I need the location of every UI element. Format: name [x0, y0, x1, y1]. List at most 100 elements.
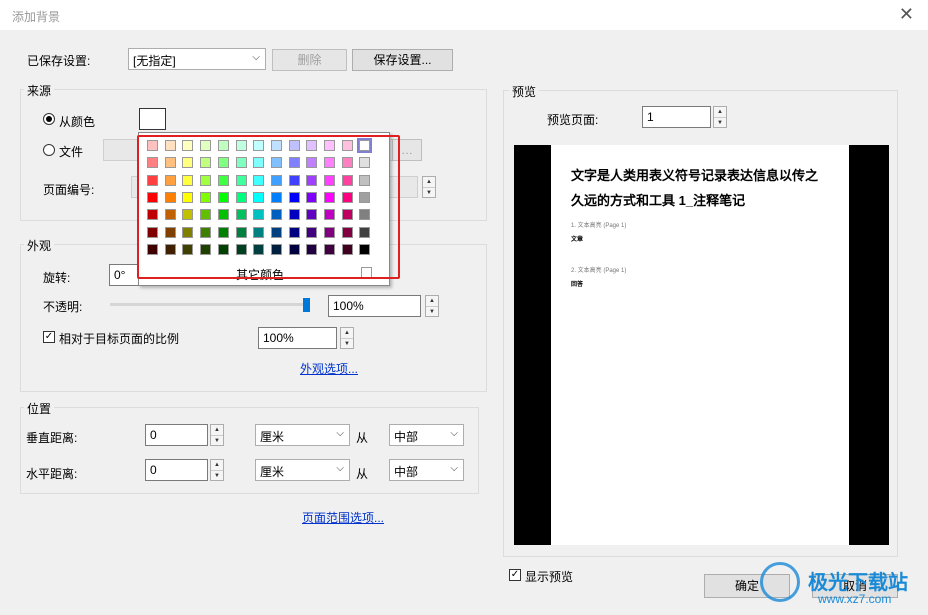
- browse-button[interactable]: …: [392, 139, 422, 161]
- color-swatch[interactable]: [147, 174, 158, 186]
- scale-checkbox[interactable]: ✓: [43, 331, 55, 343]
- appearance-options-link[interactable]: 外观选项...: [300, 360, 358, 377]
- color-swatch[interactable]: [359, 209, 371, 221]
- color-swatch[interactable]: [341, 243, 353, 255]
- color-swatch[interactable]: [235, 157, 247, 169]
- color-swatch[interactable]: [270, 174, 282, 186]
- color-swatch[interactable]: [253, 243, 265, 255]
- opacity-slider-track[interactable]: [110, 303, 310, 306]
- custom-color-swatch[interactable]: [361, 267, 372, 278]
- color-swatch[interactable]: [217, 174, 229, 186]
- color-swatch[interactable]: [217, 140, 229, 151]
- color-swatch[interactable]: [306, 209, 318, 221]
- color-swatch[interactable]: [182, 140, 194, 151]
- color-swatch[interactable]: [164, 191, 176, 203]
- horizontal-distance-spinner[interactable]: ▲ ▼: [210, 459, 224, 481]
- color-swatch[interactable]: [147, 209, 158, 221]
- color-swatch[interactable]: [341, 226, 353, 238]
- color-swatch[interactable]: [200, 157, 212, 169]
- color-swatch[interactable]: [270, 226, 282, 238]
- color-swatch[interactable]: [359, 174, 371, 186]
- scale-input[interactable]: 100%: [258, 327, 337, 349]
- color-swatch[interactable]: [235, 174, 247, 186]
- vertical-anchor-select[interactable]: 中部 ⌵: [389, 424, 464, 446]
- color-swatch[interactable]: [164, 174, 176, 186]
- color-swatch[interactable]: [147, 157, 158, 169]
- color-swatch[interactable]: [235, 209, 247, 221]
- color-swatch[interactable]: [324, 243, 335, 255]
- color-swatch[interactable]: [147, 191, 158, 203]
- color-swatch[interactable]: [200, 209, 212, 221]
- color-swatch[interactable]: [306, 140, 318, 151]
- color-swatch[interactable]: [306, 226, 318, 238]
- color-swatch[interactable]: [235, 243, 247, 255]
- color-swatch[interactable]: [164, 157, 176, 169]
- color-swatch[interactable]: [253, 174, 265, 186]
- color-swatch[interactable]: [182, 174, 194, 186]
- color-swatch[interactable]: [182, 191, 194, 203]
- horizontal-distance-input[interactable]: 0: [145, 459, 208, 481]
- color-swatch[interactable]: [341, 140, 353, 151]
- scale-spinner[interactable]: ▲ ▼: [340, 327, 354, 349]
- color-swatch[interactable]: [341, 157, 353, 169]
- vertical-distance-input[interactable]: 0: [145, 424, 208, 446]
- color-swatch[interactable]: [253, 140, 265, 151]
- color-swatch[interactable]: [217, 157, 229, 169]
- color-swatch[interactable]: [235, 191, 247, 203]
- color-swatch-button[interactable]: [139, 108, 166, 130]
- color-swatch[interactable]: [164, 243, 176, 255]
- color-swatch[interactable]: [200, 140, 212, 151]
- page-number-spinner[interactable]: ▲ ▼: [422, 176, 436, 198]
- opacity-input[interactable]: 100%: [328, 295, 421, 317]
- color-swatch[interactable]: [359, 157, 371, 169]
- color-swatch[interactable]: [217, 191, 229, 203]
- color-swatch[interactable]: [357, 138, 373, 153]
- color-swatch[interactable]: [270, 191, 282, 203]
- color-swatch[interactable]: [200, 174, 212, 186]
- color-swatch[interactable]: [253, 191, 265, 203]
- color-swatch[interactable]: [147, 243, 158, 255]
- color-swatch[interactable]: [359, 191, 371, 203]
- color-swatch[interactable]: [270, 157, 282, 169]
- vertical-unit-select[interactable]: 厘米 ⌵: [255, 424, 350, 446]
- color-swatch[interactable]: [200, 226, 212, 238]
- color-swatch[interactable]: [182, 157, 194, 169]
- color-swatch[interactable]: [306, 243, 318, 255]
- saved-settings-select[interactable]: [无指定] ⌵: [128, 48, 266, 70]
- color-swatch[interactable]: [270, 243, 282, 255]
- color-swatch[interactable]: [324, 157, 335, 169]
- show-preview-checkbox[interactable]: ✓: [509, 569, 521, 581]
- color-swatch[interactable]: [253, 226, 265, 238]
- color-swatch[interactable]: [324, 174, 335, 186]
- other-colors-button[interactable]: 其它颜色: [236, 266, 284, 283]
- color-swatch[interactable]: [182, 243, 194, 255]
- color-swatch[interactable]: [288, 226, 300, 238]
- horizontal-anchor-select[interactable]: 中部 ⌵: [389, 459, 464, 481]
- close-button[interactable]: ✕: [899, 5, 914, 23]
- color-swatch[interactable]: [253, 157, 265, 169]
- opacity-spinner[interactable]: ▲ ▼: [425, 295, 439, 317]
- color-swatch[interactable]: [217, 226, 229, 238]
- vertical-distance-spinner[interactable]: ▲ ▼: [210, 424, 224, 446]
- color-swatch[interactable]: [288, 191, 300, 203]
- color-swatch[interactable]: [288, 174, 300, 186]
- color-swatch[interactable]: [341, 191, 353, 203]
- color-swatch[interactable]: [235, 140, 247, 151]
- color-swatch[interactable]: [164, 140, 176, 151]
- horizontal-unit-select[interactable]: 厘米 ⌵: [255, 459, 350, 481]
- color-swatch[interactable]: [182, 226, 194, 238]
- delete-button[interactable]: 删除: [272, 49, 347, 71]
- color-swatch[interactable]: [253, 209, 265, 221]
- file-radio[interactable]: [43, 144, 55, 156]
- color-swatch[interactable]: [288, 209, 300, 221]
- color-swatch[interactable]: [147, 226, 158, 238]
- color-swatch[interactable]: [217, 209, 229, 221]
- color-swatch[interactable]: [324, 209, 335, 221]
- color-swatch[interactable]: [217, 243, 229, 255]
- color-swatch[interactable]: [164, 226, 176, 238]
- color-swatch[interactable]: [324, 191, 335, 203]
- from-color-radio[interactable]: [43, 113, 55, 125]
- color-swatch[interactable]: [200, 191, 212, 203]
- color-swatch[interactable]: [306, 157, 318, 169]
- opacity-slider-thumb[interactable]: [303, 298, 310, 312]
